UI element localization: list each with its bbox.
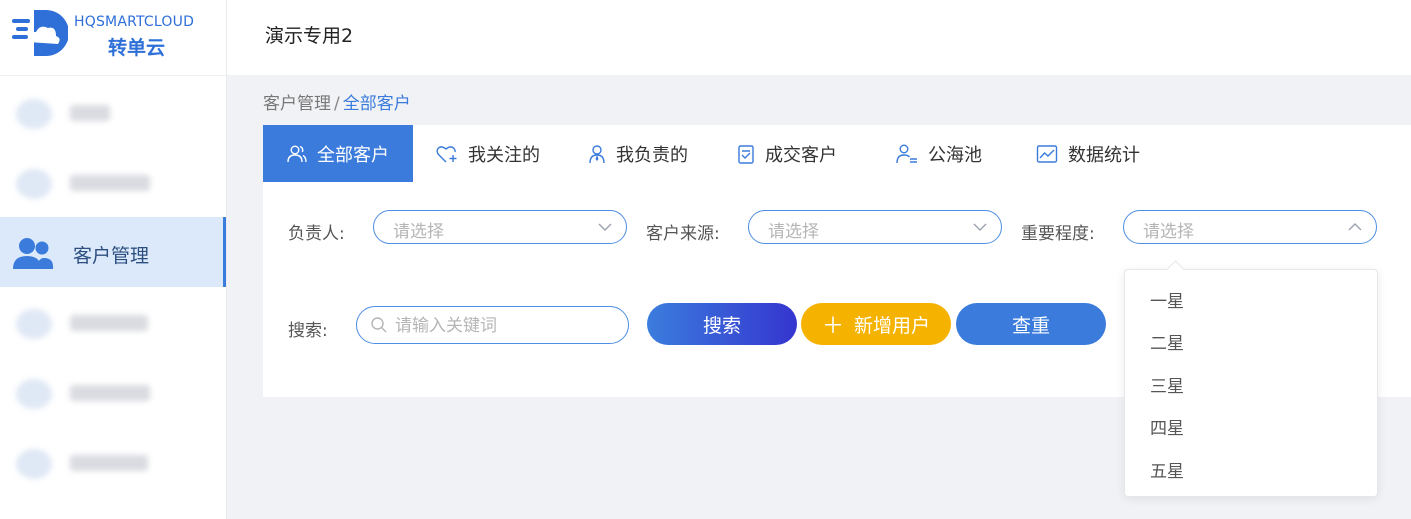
owner-label: 负责人: <box>288 224 345 244</box>
check-duplicate-button-label: 查重 <box>1011 315 1050 337</box>
top-bar: 演示专用2 <box>227 0 1411 75</box>
blurred-label <box>70 175 150 191</box>
importance-select[interactable]: 请选择 <box>1123 210 1377 244</box>
tab-all-customers[interactable]: 全部客户 <box>263 125 413 182</box>
tab-my-responsible[interactable]: 我负责的 <box>588 125 688 182</box>
add-user-button-label: 新增用户 <box>854 315 931 337</box>
blurred-label <box>70 105 110 121</box>
blurred-icon <box>16 309 52 339</box>
sidebar-item-label: 客户管理 <box>73 245 150 267</box>
sidebar: HQSMARTCLOUD 转单云 客户管理 <box>0 0 227 519</box>
dropdown-option[interactable]: 五星 <box>1125 447 1377 489</box>
search-icon <box>371 317 387 333</box>
source-label: 客户来源: <box>646 224 720 244</box>
sidebar-item-2[interactable] <box>0 147 226 217</box>
tab-public-pool[interactable]: 公海池 <box>896 125 982 182</box>
search-button-label: 搜索 <box>702 315 741 337</box>
brand-name-en: HQSMARTCLOUD <box>74 14 195 30</box>
check-duplicate-button[interactable]: 查重 <box>956 303 1106 345</box>
blurred-icon <box>16 99 52 129</box>
cloud-logo-icon <box>12 10 68 56</box>
tab-label: 成交客户 <box>765 144 837 166</box>
breadcrumb: 客户管理 / 全部客户 <box>263 89 411 114</box>
logo[interactable]: HQSMARTCLOUD 转单云 <box>0 0 226 76</box>
clipboard-check-icon <box>737 144 755 164</box>
blurred-label <box>70 315 148 331</box>
person-icon <box>588 144 606 164</box>
owner-placeholder: 请选择 <box>393 222 444 242</box>
source-placeholder: 请选择 <box>768 222 819 242</box>
blurred-label <box>70 385 150 401</box>
tab-deal-customers[interactable]: 成交客户 <box>737 125 837 182</box>
tab-bar: 全部客户 我关注的 我负责的 成交客户 公海池 数据统计 <box>263 125 1411 182</box>
brand-name-cn: 转单云 <box>108 37 166 59</box>
tab-label: 我负责的 <box>616 144 688 166</box>
users-icon <box>13 238 54 269</box>
tab-label: 数据统计 <box>1068 144 1140 166</box>
line-chart-icon <box>1036 144 1058 164</box>
tab-label: 我关注的 <box>468 144 540 166</box>
dropdown-option[interactable]: 四星 <box>1125 404 1377 446</box>
search-input[interactable] <box>393 314 617 338</box>
search-button[interactable]: 搜索 <box>647 303 797 345</box>
tab-label: 公海池 <box>928 144 982 166</box>
person-list-icon <box>896 144 918 164</box>
dropdown-option[interactable]: 一星 <box>1125 277 1377 319</box>
chevron-down-icon <box>973 223 987 231</box>
breadcrumb-separator: / <box>334 94 340 114</box>
blurred-icon <box>16 169 52 199</box>
add-user-button[interactable]: ＋ 新增用户 <box>801 303 951 345</box>
tab-label: 全部客户 <box>317 144 389 166</box>
blurred-icon <box>16 449 52 479</box>
users-outline-icon <box>287 145 307 163</box>
sidebar-item-4[interactable] <box>0 287 226 357</box>
search-label: 搜索: <box>288 321 328 341</box>
dropdown-option[interactable]: 二星 <box>1125 319 1377 361</box>
tab-followed[interactable]: 我关注的 <box>436 125 540 182</box>
blurred-icon <box>16 379 52 409</box>
chevron-up-icon <box>1348 223 1362 231</box>
dropdown-option[interactable]: 三星 <box>1125 362 1377 404</box>
heart-plus-icon <box>436 144 458 164</box>
search-field[interactable] <box>356 306 629 344</box>
source-select[interactable]: 请选择 <box>748 210 1002 244</box>
account-title: 演示专用2 <box>265 25 354 47</box>
tab-data-statistics[interactable]: 数据统计 <box>1036 125 1140 182</box>
breadcrumb-parent[interactable]: 客户管理 <box>263 94 331 114</box>
importance-dropdown: 一星 二星 三星 四星 五星 <box>1124 260 1378 497</box>
sidebar-item-6[interactable] <box>0 427 226 497</box>
plus-icon: ＋ <box>821 313 844 338</box>
importance-label: 重要程度: <box>1021 224 1095 244</box>
blurred-label <box>70 455 148 471</box>
breadcrumb-current: 全部客户 <box>342 94 411 114</box>
sidebar-item-customer-management[interactable]: 客户管理 <box>0 217 226 287</box>
sidebar-item-1[interactable] <box>0 77 226 147</box>
chevron-down-icon <box>598 223 612 231</box>
importance-placeholder: 请选择 <box>1143 222 1194 242</box>
sidebar-item-5[interactable] <box>0 357 226 427</box>
owner-select[interactable]: 请选择 <box>373 210 627 244</box>
